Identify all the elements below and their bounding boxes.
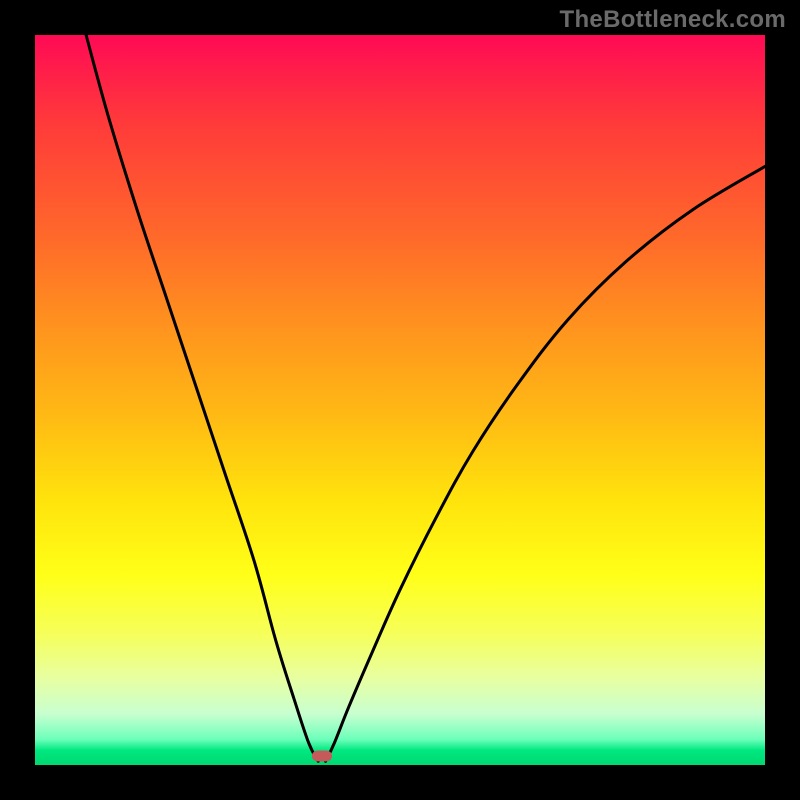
plot-area <box>35 35 765 765</box>
chart-frame: TheBottleneck.com <box>0 0 800 800</box>
optimum-marker <box>312 751 332 762</box>
bottleneck-curve <box>35 35 765 765</box>
watermark-text: TheBottleneck.com <box>560 6 786 34</box>
